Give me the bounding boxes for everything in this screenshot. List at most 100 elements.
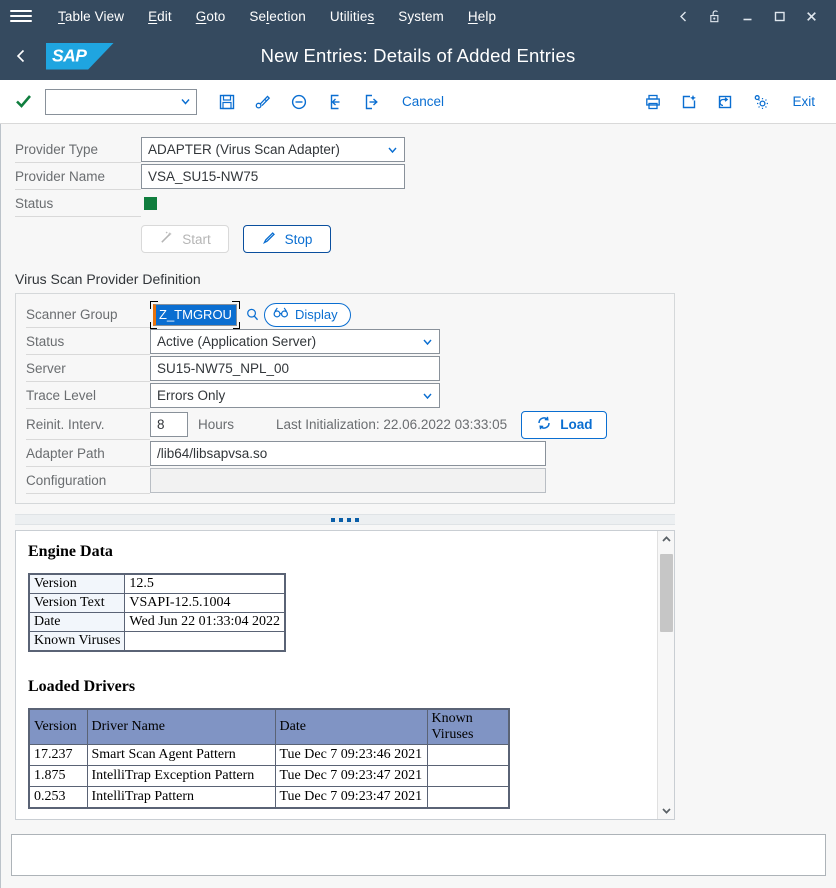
driver-name: IntelliTrap Exception Pattern xyxy=(87,766,275,787)
unlock-icon[interactable] xyxy=(700,3,730,29)
customize-gear-icon[interactable] xyxy=(746,87,776,117)
trace-level-control xyxy=(150,383,440,408)
shell-bar: SAP New Entries: Details of Added Entrie… xyxy=(0,32,836,80)
main-canvas: Provider Type Provider Name Sta xyxy=(0,124,836,822)
menu-item-table-view[interactable]: TTable Viewable View xyxy=(46,4,136,29)
engine-data-scrollbar[interactable] xyxy=(657,531,674,819)
back-chevron-icon[interactable] xyxy=(0,48,42,64)
restore-window-icon[interactable] xyxy=(710,87,740,117)
status-message[interactable] xyxy=(11,834,826,876)
hours-label: Hours xyxy=(198,417,234,432)
column-date: Date xyxy=(275,709,427,745)
exit-door-icon[interactable] xyxy=(356,87,386,117)
driver-version: 17.237 xyxy=(29,745,87,766)
table-row: 17.237 Smart Scan Agent Pattern Tue Dec … xyxy=(29,745,509,766)
engine-key: Version xyxy=(29,574,125,594)
table-row: Version 12.5 xyxy=(29,574,285,594)
sap-logo[interactable]: SAP xyxy=(46,43,114,70)
configuration-input[interactable] xyxy=(150,468,546,493)
chevron-down-icon[interactable] xyxy=(177,95,192,108)
display-button-label: Display xyxy=(295,307,338,322)
command-input[interactable] xyxy=(52,93,177,110)
load-button[interactable]: Load xyxy=(521,411,607,439)
driver-known-viruses xyxy=(427,745,509,766)
scroll-down-icon[interactable] xyxy=(658,802,675,819)
server-input[interactable] xyxy=(150,356,440,381)
menu-item-help[interactable]: Help xyxy=(456,4,508,29)
menu-items: TTable Viewable View Edit Goto Selection… xyxy=(46,4,508,29)
adapter-path-control xyxy=(150,441,546,466)
loaded-drivers-table: Version Driver Name Date Known Viruses 1… xyxy=(28,708,510,809)
edit-pen-icon[interactable] xyxy=(248,87,278,117)
engine-data-table: Version 12.5 Version Text VSAPI-12.5.100… xyxy=(28,573,286,652)
driver-known-viruses xyxy=(427,787,509,808)
engine-value: VSAPI-12.5.1004 xyxy=(125,594,285,613)
definition-status-select[interactable] xyxy=(150,329,440,354)
provider-type-select-wrap[interactable] xyxy=(141,137,405,162)
reinit-interval-input[interactable] xyxy=(150,412,188,437)
row-definition-status: Status xyxy=(26,328,664,355)
driver-name: Smart Scan Agent Pattern xyxy=(87,745,275,766)
back-chevron-icon[interactable] xyxy=(668,3,698,29)
load-button-label: Load xyxy=(560,417,592,432)
provider-type-select[interactable] xyxy=(141,137,405,162)
status-led-green-icon xyxy=(144,197,157,210)
menu-item-edit[interactable]: Edit xyxy=(136,4,184,29)
configuration-control xyxy=(150,468,546,493)
adapter-path-input[interactable] xyxy=(150,441,546,466)
maximize-icon[interactable] xyxy=(764,3,794,29)
back-exit-icon[interactable] xyxy=(320,87,350,117)
engine-key: Known Viruses xyxy=(29,632,125,652)
stop-button[interactable]: Stop xyxy=(243,225,331,253)
minimize-icon[interactable] xyxy=(732,3,762,29)
scroll-up-icon[interactable] xyxy=(658,531,675,548)
panel-splitter[interactable] xyxy=(15,514,675,525)
menu-item-system[interactable]: System xyxy=(386,4,456,29)
stop-button-label: Stop xyxy=(285,232,313,247)
definition-status-control xyxy=(150,329,440,354)
start-button[interactable]: Start xyxy=(141,225,229,253)
column-driver-name: Driver Name xyxy=(87,709,275,745)
exit-button[interactable]: Exit xyxy=(783,89,824,114)
value-help-search-icon[interactable] xyxy=(242,304,262,326)
display-button[interactable]: Display xyxy=(264,303,351,327)
green-check-icon[interactable] xyxy=(14,92,33,111)
start-button-label: Start xyxy=(182,232,211,247)
table-row: Version Text VSAPI-12.5.1004 xyxy=(29,594,285,613)
scrollbar-thumb[interactable] xyxy=(660,554,673,632)
row-status: Status xyxy=(15,190,836,217)
provider-name-input[interactable] xyxy=(141,164,405,189)
menu-item-utilities[interactable]: Utilities xyxy=(318,4,386,29)
new-window-icon[interactable] xyxy=(674,87,704,117)
scanner-group-control: Display xyxy=(150,301,351,329)
adapter-path-label: Adapter Path xyxy=(26,440,150,467)
close-icon[interactable] xyxy=(796,3,826,29)
status-bar xyxy=(0,822,836,888)
pen-icon xyxy=(262,230,277,248)
provider-type-control xyxy=(141,137,405,162)
scanner-group-input[interactable] xyxy=(153,304,237,326)
menu-item-goto[interactable]: Goto xyxy=(184,4,238,29)
trace-level-select-wrap[interactable] xyxy=(150,383,440,408)
provider-header-form: Provider Type Provider Name Sta xyxy=(1,124,836,253)
print-icon[interactable] xyxy=(638,87,668,117)
delete-minus-icon[interactable] xyxy=(284,87,314,117)
engine-data-html-viewer: Engine Data Version 12.5 Version Text VS… xyxy=(15,530,675,820)
hamburger-menu-icon[interactable] xyxy=(10,5,32,27)
table-row: Known Viruses xyxy=(29,632,285,652)
save-icon[interactable] xyxy=(212,87,242,117)
provider-type-label: Provider Type xyxy=(15,136,141,163)
command-field[interactable] xyxy=(45,89,197,115)
reinit-interval-label: Reinit. Interv. xyxy=(26,409,150,440)
scrollbar-track[interactable] xyxy=(660,548,673,802)
driver-known-viruses xyxy=(427,766,509,787)
definition-status-select-wrap[interactable] xyxy=(150,329,440,354)
driver-version: 1.875 xyxy=(29,766,87,787)
table-row: 1.875 IntelliTrap Exception Pattern Tue … xyxy=(29,766,509,787)
trace-level-select[interactable] xyxy=(150,383,440,408)
engine-data-heading: Engine Data xyxy=(28,543,657,561)
trace-level-label: Trace Level xyxy=(26,382,150,409)
wand-icon xyxy=(159,230,174,248)
menu-item-selection[interactable]: Selection xyxy=(237,4,317,29)
cancel-button[interactable]: Cancel xyxy=(393,89,453,114)
